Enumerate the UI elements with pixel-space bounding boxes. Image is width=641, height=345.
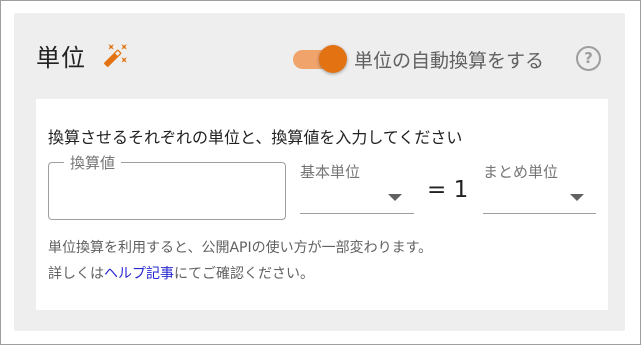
toggle-thumb <box>319 45 347 73</box>
auto-convert-label[interactable]: 単位の自動換算をする <box>354 46 544 73</box>
conversion-value-label: 換算値 <box>64 152 122 173</box>
section-title: 単位 <box>36 44 86 72</box>
help-icon[interactable]: ? <box>576 46 601 71</box>
help-article-link[interactable]: ヘルプ記事 <box>104 266 174 282</box>
chevron-down-icon[interactable] <box>570 194 584 201</box>
help-notice-suffix: にてご確認ください。 <box>174 266 314 282</box>
bulk-unit-select[interactable] <box>483 213 596 214</box>
api-notice-text: 単位換算を利用すると、公開APIの使い方が一部変わります。 <box>48 240 433 256</box>
base-unit-label: 基本単位 <box>300 163 361 181</box>
auto-convert-toggle[interactable] <box>291 44 351 74</box>
equals-one-text: = 1 <box>427 177 469 203</box>
base-unit-select[interactable] <box>300 213 414 214</box>
help-notice-prefix: 詳しくは <box>48 266 104 282</box>
instruction-text: 換算させるそれぞれの単位と、換算値を入力してください <box>48 128 463 147</box>
bulk-unit-label: まとめ単位 <box>483 163 559 181</box>
chevron-down-icon[interactable] <box>388 194 402 201</box>
magic-wand-icon[interactable] <box>103 42 129 68</box>
help-notice-text: 詳しくはヘルプ記事にてご確認ください。 <box>48 263 314 283</box>
